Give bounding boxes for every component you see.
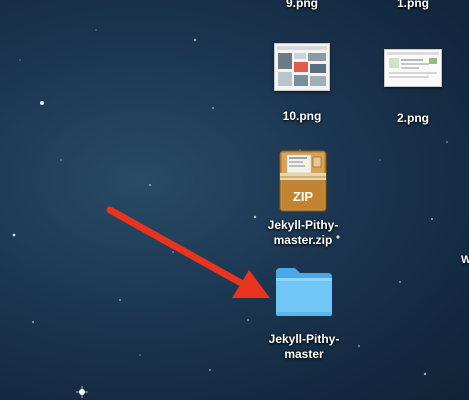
folder-icon bbox=[276, 268, 332, 316]
file-2-png[interactable]: 2.png bbox=[358, 49, 468, 126]
file-label: 2.png bbox=[397, 111, 429, 125]
file-9-png[interactable]: 9.png bbox=[247, 0, 357, 11]
file-label: Jekyll-Pithy- master.zip bbox=[267, 218, 339, 247]
folder-jekyll-pithy-master[interactable]: Jekyll-Pithy- master bbox=[249, 264, 359, 362]
file-1-png[interactable]: 1.png bbox=[358, 0, 468, 11]
image-thumbnail-icon bbox=[384, 49, 442, 87]
partial-edge-label: W bbox=[461, 254, 469, 266]
zip-badge: ZIP bbox=[293, 189, 314, 204]
image-thumbnail-icon bbox=[274, 43, 330, 91]
zip-archive-icon: ZIP bbox=[279, 150, 327, 212]
folder-label: Jekyll-Pithy- master bbox=[268, 332, 340, 361]
file-label: 10.png bbox=[282, 109, 322, 123]
file-label: 1.png bbox=[397, 0, 429, 10]
file-10-png[interactable]: 10.png bbox=[247, 43, 357, 124]
desktop: 9.png 1.png 10.png 2.png ZIP Jekyll-Pith… bbox=[0, 0, 469, 400]
file-label: 9.png bbox=[286, 0, 318, 10]
file-jekyll-pithy-master-zip[interactable]: ZIP Jekyll-Pithy- master.zip bbox=[248, 149, 358, 248]
